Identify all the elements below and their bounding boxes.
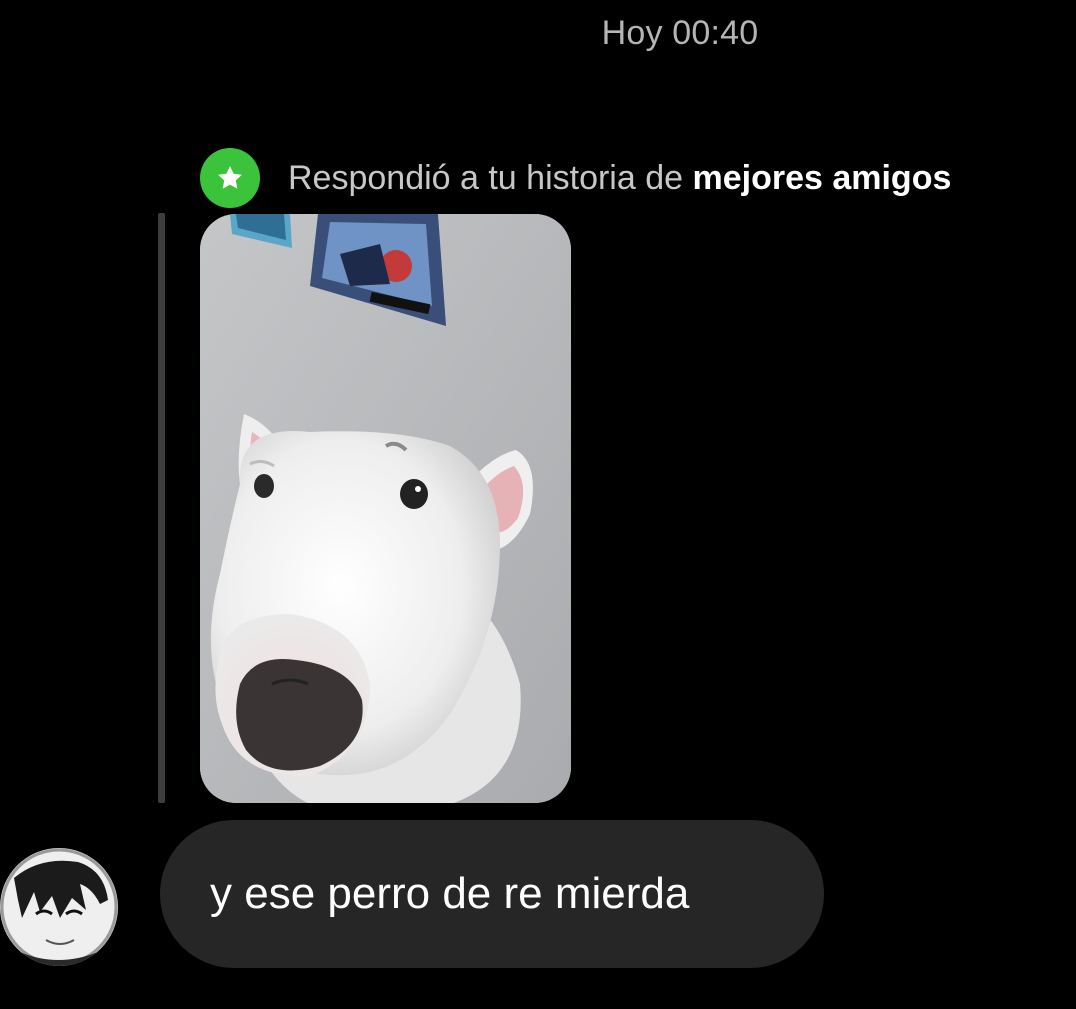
star-icon <box>200 148 260 208</box>
story-preview-image[interactable] <box>200 214 571 803</box>
message-timestamp: Hoy 00:40 <box>601 14 759 52</box>
reply-quote-bar <box>158 213 165 803</box>
close-friends-label: mejores amigos <box>692 158 952 197</box>
story-reply-label: Respondió a tu historia de mejores amigo… <box>288 158 952 197</box>
message-bubble[interactable]: y ese perro de re mierda <box>160 820 824 968</box>
anime-avatar-icon <box>0 848 118 966</box>
story-reply-note: Respondió a tu historia de mejores amigo… <box>200 148 951 208</box>
message-text: y ese perro de re mierda <box>210 869 690 918</box>
avatar[interactable] <box>0 848 118 966</box>
